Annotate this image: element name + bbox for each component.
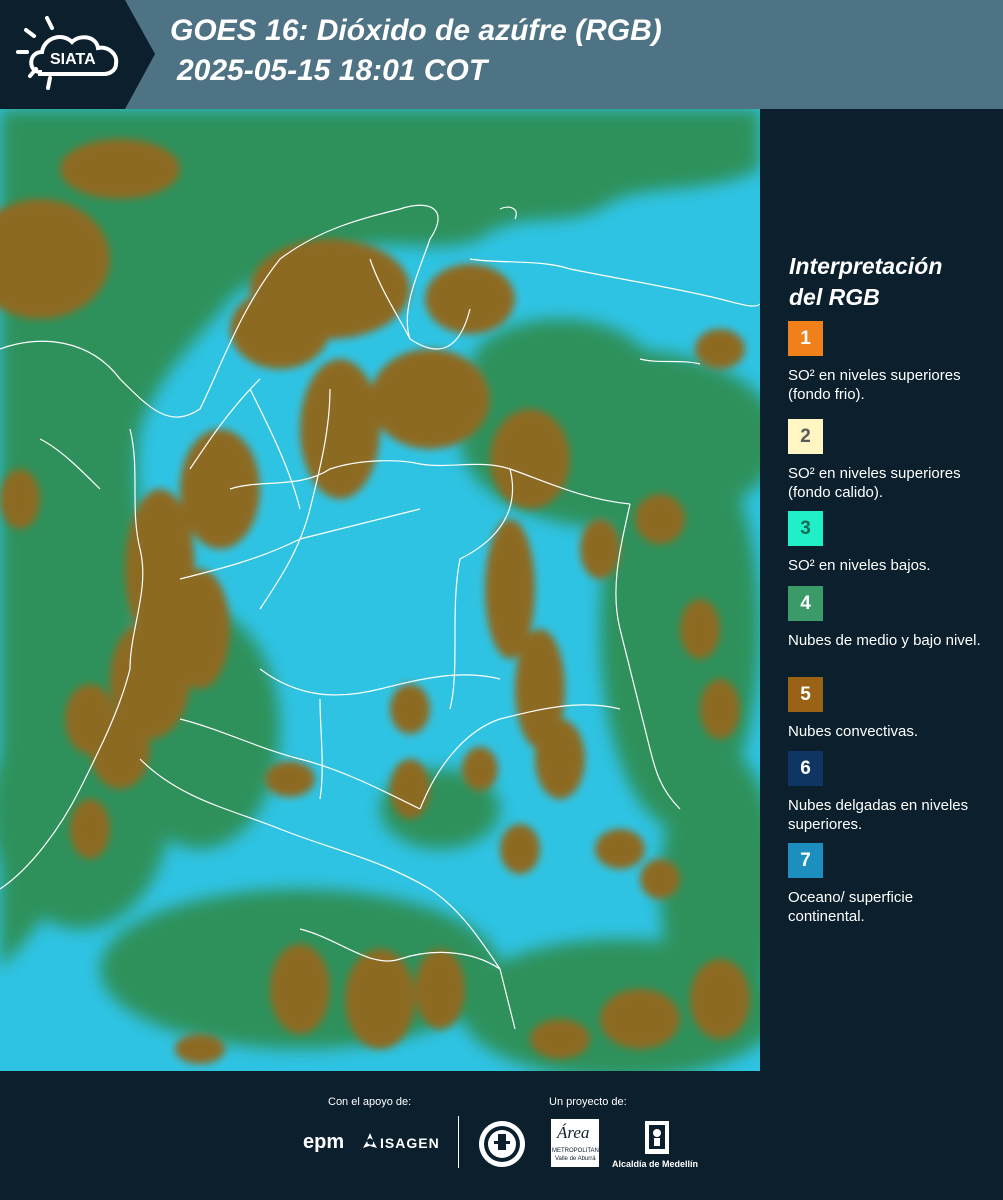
legend-item-5: 5 Nubes convectivas. [788, 677, 988, 760]
legend-swatch: 6 [788, 751, 823, 786]
alcaldia-logo-text: Alcaldía de Medellín [612, 1159, 699, 1169]
footer-divider [458, 1116, 459, 1168]
medellin-seal-icon [479, 1121, 525, 1167]
legend-swatch: 7 [788, 843, 823, 878]
legend-title-line2: del RGB [789, 284, 880, 310]
legend-panel: Interpretación del RGB 1 SO² en niveles … [760, 109, 1003, 1071]
area-logo-line2: Valle de Aburrá [555, 1156, 596, 1162]
legend-swatch: 5 [788, 677, 823, 712]
legend-title-line1: Interpretación [789, 253, 943, 279]
isagen-logo: ISAGEN [380, 1135, 440, 1151]
satellite-map [0, 109, 760, 1071]
legend-swatch: 2 [788, 419, 823, 454]
legend-item-1: 1 SO² en niveles superiores (fondo frio)… [788, 321, 988, 404]
epm-logo: epm [303, 1131, 345, 1153]
legend-swatch: 1 [788, 321, 823, 356]
legend-item-label: Nubes de medio y bajo nivel. [788, 632, 981, 649]
siata-logo-text: SIATA [50, 51, 96, 68]
alcaldia-shield-icon [645, 1121, 669, 1154]
siata-logo: SIATA [0, 0, 155, 109]
legend-item-6: 6 Nubes delgadas en niveles superiores. [788, 751, 988, 834]
legend-item-7: 7 Oceano/ superficie continental. [788, 843, 988, 926]
legend-item-3: 3 SO² en niveles bajos. [788, 511, 988, 594]
page-title: GOES 16: Dióxido de azúfre (RGB) [170, 14, 662, 47]
legend-item-label: SO² en niveles superiores (fondo frio). [788, 367, 961, 403]
legend-title: Interpretación del RGB [789, 251, 989, 313]
footer-bar: Con el apoyo de: Un proyecto de: epm ISA… [0, 1071, 1003, 1200]
project-caption: Un proyecto de: [549, 1096, 627, 1108]
legend-swatch: 4 [788, 586, 823, 621]
area-metropolitana-logo: Área METROPOLITANA Valle de Aburrá [551, 1119, 603, 1167]
legend-item-4: 4 Nubes de medio y bajo nivel. [788, 586, 988, 669]
isagen-icon [363, 1133, 377, 1148]
legend-item-2: 2 SO² en niveles superiores (fondo calid… [788, 419, 988, 502]
legend-swatch: 3 [788, 511, 823, 546]
header-bar: SIATA GOES 16: Dióxido de azúfre (RGB) 2… [0, 0, 1003, 109]
area-logo-line1: METROPOLITANA [552, 1148, 603, 1154]
page-timestamp: 2025-05-15 18:01 COT [177, 54, 488, 87]
legend-item-label: Nubes delgadas en niveles superiores. [788, 797, 969, 833]
area-logo-script: Área [557, 1123, 590, 1142]
support-caption: Con el apoyo de: [328, 1096, 412, 1108]
legend-item-label: Oceano/ superficie continental. [788, 889, 914, 925]
legend-item-label: SO² en niveles superiores (fondo calido)… [788, 465, 961, 501]
